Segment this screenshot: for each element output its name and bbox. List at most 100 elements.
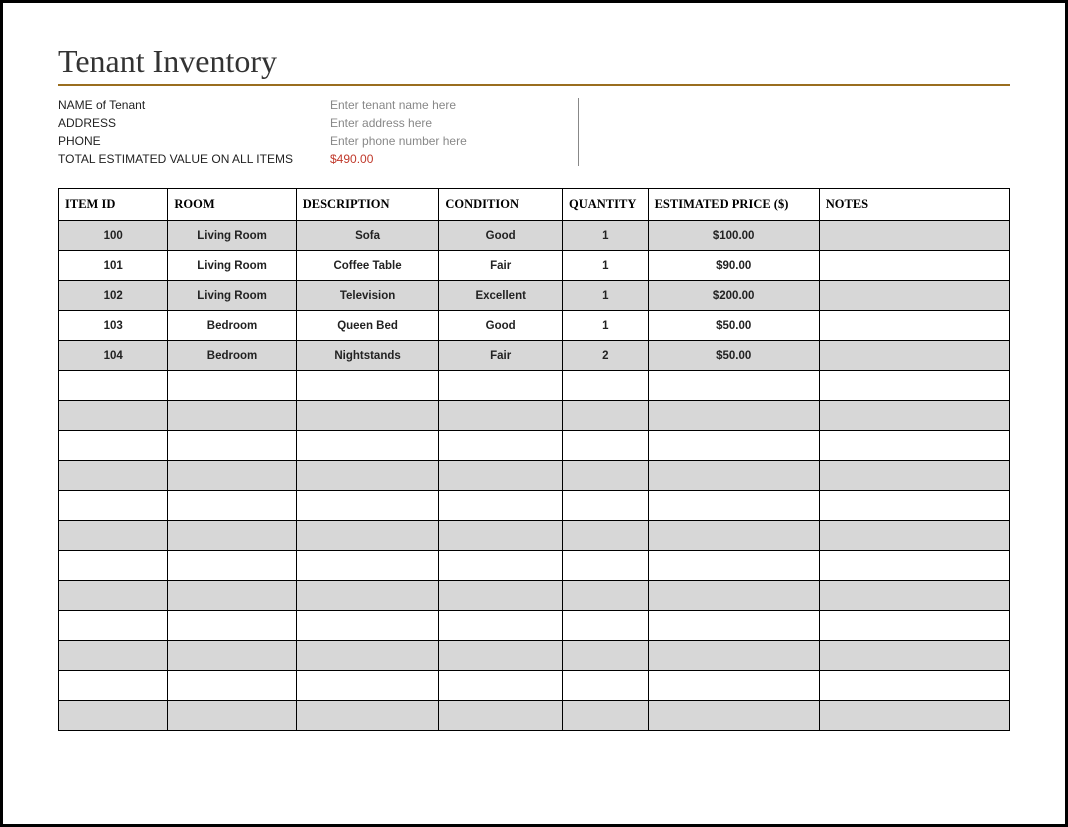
cell-item-id[interactable] [59,671,168,701]
cell-quantity[interactable] [563,581,649,611]
cell-item-id[interactable] [59,371,168,401]
cell-item-id[interactable]: 100 [59,221,168,251]
cell-room[interactable] [168,491,296,521]
cell-estimated-price[interactable]: $50.00 [648,311,819,341]
cell-notes[interactable] [819,611,1009,641]
cell-condition[interactable] [439,551,563,581]
cell-quantity[interactable] [563,671,649,701]
cell-condition[interactable] [439,641,563,671]
cell-condition[interactable] [439,581,563,611]
cell-estimated-price[interactable] [648,551,819,581]
cell-estimated-price[interactable] [648,401,819,431]
cell-notes[interactable] [819,641,1009,671]
cell-item-id[interactable] [59,581,168,611]
cell-room[interactable] [168,521,296,551]
cell-notes[interactable] [819,281,1009,311]
cell-quantity[interactable]: 1 [563,281,649,311]
cell-estimated-price[interactable] [648,431,819,461]
cell-quantity[interactable] [563,641,649,671]
cell-room[interactable] [168,551,296,581]
cell-quantity[interactable] [563,701,649,731]
cell-condition[interactable] [439,701,563,731]
cell-room[interactable] [168,701,296,731]
cell-description[interactable]: Nightstands [296,341,439,371]
cell-room[interactable]: Bedroom [168,311,296,341]
cell-estimated-price[interactable] [648,701,819,731]
cell-condition[interactable] [439,521,563,551]
cell-item-id[interactable] [59,551,168,581]
cell-estimated-price[interactable] [648,581,819,611]
cell-notes[interactable] [819,431,1009,461]
phone-value[interactable]: Enter phone number here [330,134,467,148]
cell-condition[interactable] [439,431,563,461]
cell-description[interactable] [296,671,439,701]
cell-estimated-price[interactable] [648,461,819,491]
cell-item-id[interactable] [59,461,168,491]
cell-estimated-price[interactable]: $200.00 [648,281,819,311]
cell-description[interactable]: Sofa [296,221,439,251]
cell-description[interactable] [296,371,439,401]
cell-room[interactable] [168,581,296,611]
cell-estimated-price[interactable] [648,371,819,401]
cell-quantity[interactable] [563,611,649,641]
cell-condition[interactable] [439,671,563,701]
cell-item-id[interactable] [59,431,168,461]
cell-description[interactable] [296,701,439,731]
cell-notes[interactable] [819,461,1009,491]
cell-room[interactable] [168,611,296,641]
cell-estimated-price[interactable]: $90.00 [648,251,819,281]
cell-item-id[interactable]: 101 [59,251,168,281]
cell-quantity[interactable] [563,401,649,431]
cell-estimated-price[interactable] [648,641,819,671]
name-value[interactable]: Enter tenant name here [330,98,456,112]
cell-room[interactable] [168,671,296,701]
cell-description[interactable] [296,581,439,611]
cell-quantity[interactable] [563,521,649,551]
cell-item-id[interactable] [59,701,168,731]
cell-quantity[interactable] [563,431,649,461]
cell-condition[interactable] [439,491,563,521]
cell-notes[interactable] [819,551,1009,581]
cell-description[interactable] [296,461,439,491]
cell-description[interactable]: Coffee Table [296,251,439,281]
cell-estimated-price[interactable] [648,521,819,551]
cell-description[interactable]: Queen Bed [296,311,439,341]
cell-notes[interactable] [819,311,1009,341]
cell-room[interactable]: Living Room [168,221,296,251]
address-value[interactable]: Enter address here [330,116,432,130]
cell-estimated-price[interactable]: $100.00 [648,221,819,251]
cell-item-id[interactable]: 103 [59,311,168,341]
cell-item-id[interactable]: 104 [59,341,168,371]
cell-estimated-price[interactable] [648,491,819,521]
cell-room[interactable] [168,371,296,401]
cell-condition[interactable] [439,371,563,401]
cell-item-id[interactable]: 102 [59,281,168,311]
cell-notes[interactable] [819,401,1009,431]
cell-notes[interactable] [819,491,1009,521]
cell-room[interactable] [168,461,296,491]
cell-description[interactable] [296,641,439,671]
cell-notes[interactable] [819,341,1009,371]
cell-notes[interactable] [819,251,1009,281]
cell-description[interactable] [296,551,439,581]
cell-quantity[interactable]: 2 [563,341,649,371]
cell-room[interactable]: Living Room [168,251,296,281]
cell-quantity[interactable] [563,461,649,491]
cell-description[interactable] [296,521,439,551]
cell-condition[interactable] [439,611,563,641]
cell-condition[interactable]: Good [439,311,563,341]
cell-item-id[interactable] [59,521,168,551]
cell-quantity[interactable] [563,371,649,401]
cell-room[interactable] [168,401,296,431]
cell-notes[interactable] [819,581,1009,611]
cell-condition[interactable]: Excellent [439,281,563,311]
cell-notes[interactable] [819,221,1009,251]
cell-notes[interactable] [819,521,1009,551]
cell-condition[interactable] [439,401,563,431]
cell-item-id[interactable] [59,611,168,641]
cell-quantity[interactable]: 1 [563,221,649,251]
cell-condition[interactable]: Fair [439,251,563,281]
cell-room[interactable] [168,431,296,461]
cell-room[interactable]: Living Room [168,281,296,311]
cell-description[interactable] [296,611,439,641]
